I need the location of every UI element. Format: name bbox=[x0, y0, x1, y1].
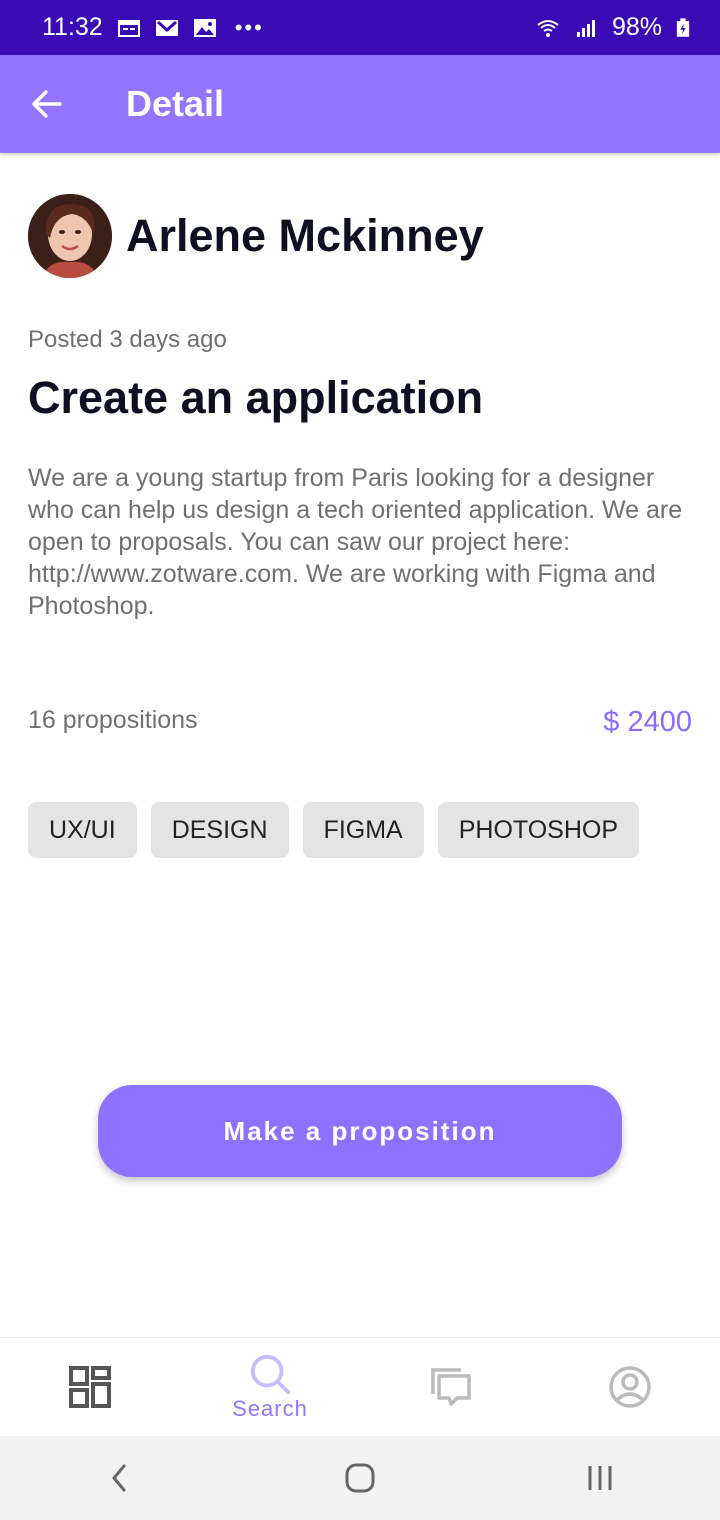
battery-percent: 98% bbox=[611, 13, 662, 41]
status-bar: 11:32 ••• 98% bbox=[0, 0, 720, 55]
nav-item-dashboard[interactable] bbox=[0, 1338, 180, 1437]
app-bar: Detail bbox=[0, 55, 720, 153]
nav-item-messages[interactable] bbox=[360, 1338, 540, 1437]
tag-chip[interactable]: PHOTOSHOP bbox=[437, 802, 640, 858]
author-name: Arlene Mckinney bbox=[126, 210, 484, 261]
system-back-button[interactable] bbox=[80, 1448, 160, 1508]
more-notifications-icon: ••• bbox=[234, 14, 264, 40]
job-price: $ 2400 bbox=[603, 706, 692, 738]
dashboard-icon bbox=[69, 1366, 111, 1408]
system-recents-button[interactable] bbox=[560, 1448, 640, 1508]
avatar-image bbox=[28, 194, 112, 278]
gallery-icon bbox=[193, 18, 216, 37]
home-icon bbox=[345, 1463, 375, 1493]
make-proposition-button[interactable]: Make a proposition bbox=[98, 1085, 622, 1177]
avatar[interactable] bbox=[28, 194, 112, 278]
battery-charging-icon bbox=[676, 17, 690, 37]
search-icon bbox=[250, 1354, 291, 1395]
status-time: 11:32 bbox=[42, 13, 103, 41]
gmail-icon bbox=[155, 19, 178, 36]
tag-chip[interactable]: FIGMA bbox=[302, 802, 424, 858]
chat-icon bbox=[431, 1368, 471, 1406]
tag-list: UX/UI DESIGN FIGMA PHOTOSHOP bbox=[28, 802, 640, 858]
system-navigation-bar bbox=[0, 1436, 720, 1520]
nav-label-search: Search bbox=[232, 1396, 308, 1421]
signal-icon bbox=[576, 19, 595, 37]
tag-chip[interactable]: UX/UI bbox=[28, 802, 137, 858]
profile-icon bbox=[609, 1366, 651, 1408]
status-right: 98% bbox=[536, 13, 690, 42]
recents-icon bbox=[588, 1466, 612, 1490]
tag-chip[interactable]: DESIGN bbox=[150, 802, 289, 858]
chevron-left-icon bbox=[112, 1464, 126, 1492]
back-arrow-icon[interactable] bbox=[30, 87, 64, 121]
nav-item-profile[interactable] bbox=[540, 1338, 720, 1437]
wifi-icon bbox=[537, 19, 559, 37]
bottom-navigation: Search bbox=[0, 1337, 720, 1436]
posted-time: Posted 3 days ago bbox=[28, 326, 227, 353]
nav-item-search[interactable]: Search bbox=[180, 1338, 360, 1437]
job-title: Create an application bbox=[28, 372, 484, 423]
system-home-button[interactable] bbox=[320, 1448, 400, 1508]
calendar-icon bbox=[117, 19, 140, 37]
job-description: We are a young startup from Paris lookin… bbox=[28, 464, 683, 620]
page-title: Detail bbox=[126, 83, 225, 124]
author-row: Arlene Mckinney bbox=[28, 194, 484, 278]
status-left: 11:32 ••• bbox=[42, 13, 264, 42]
propositions-count: 16 propositions bbox=[28, 706, 198, 734]
